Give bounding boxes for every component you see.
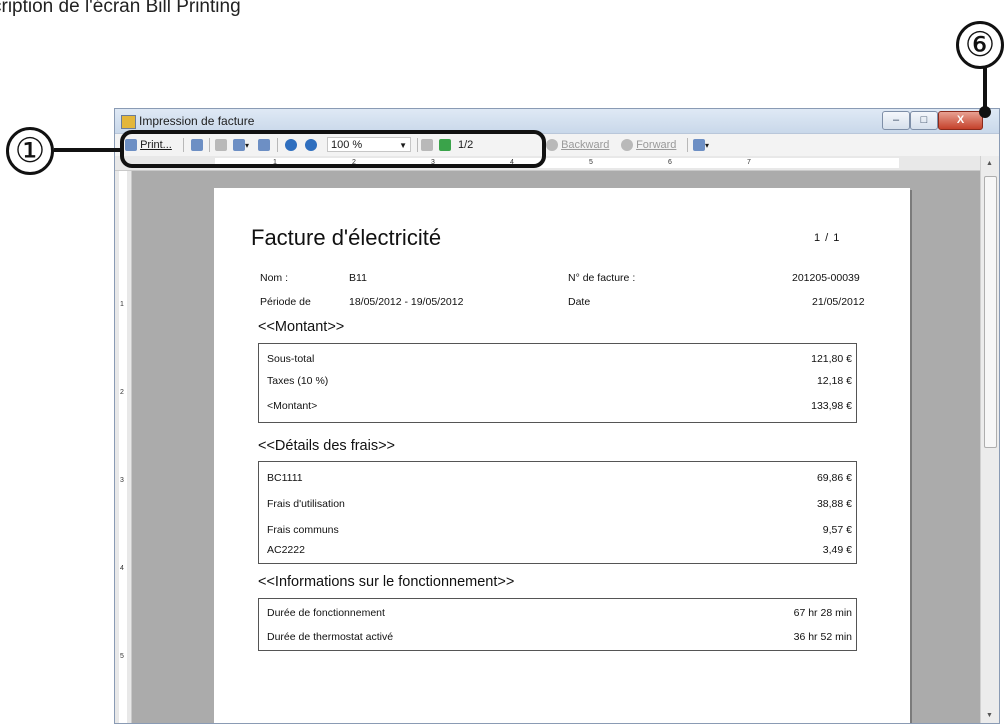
operation-section-heading: <<Informations sur le fonctionnement>> [258, 574, 515, 590]
document-title: Facture d'électricité [251, 225, 442, 250]
operation-table: Durée de fonctionnement 67 hr 28 min Dur… [258, 598, 857, 651]
period-label: Période de [260, 296, 311, 308]
callout-6-leader [983, 67, 987, 109]
row-label: BC1111 [267, 472, 303, 484]
row-value: 3,49 € [822, 544, 852, 556]
ruler-label: 2 [120, 389, 124, 396]
edit-menu-button[interactable]: ▾ [693, 137, 709, 153]
close-button[interactable]: X [938, 111, 983, 130]
toolbar-separator [687, 138, 688, 152]
window-title: Impression de facture [139, 114, 255, 128]
row-value: 12,18 € [816, 375, 852, 387]
date-value: 21/05/2012 [812, 296, 865, 308]
row-label: Sous-total [267, 353, 315, 365]
row-label: Taxes (10 %) [267, 375, 329, 387]
invoice-page: Facture d'électricité 1 / 1 Nom : B11 N°… [214, 188, 910, 723]
vertical-ruler: 1 2 3 4 5 [115, 171, 132, 723]
row-value: 121,80 € [811, 353, 852, 365]
date-label: Date [568, 296, 591, 308]
forward-label: Forward [636, 139, 677, 151]
ruler-label: 5 [589, 159, 593, 166]
scroll-up-icon[interactable]: ▲ [986, 160, 993, 167]
row-value: 69,86 € [816, 472, 852, 484]
row-label: Durée de fonctionnement [267, 607, 385, 619]
amount-section-heading: <<Montant>> [258, 319, 345, 335]
charges-section-heading: <<Détails des frais>> [258, 438, 396, 454]
toolbar-highlight [120, 130, 546, 168]
callout-6: ⑥ [956, 21, 1004, 69]
row-value: 67 hr 28 min [793, 607, 852, 619]
row-label: Frais communs [267, 524, 339, 536]
name-value: B11 [349, 272, 367, 284]
print-preview-window: Impression de facture – □ X Print... ▾ 1… [114, 108, 1000, 724]
row-value: 9,57 € [822, 524, 852, 536]
row-label: Durée de thermostat activé [267, 631, 394, 643]
minimize-button[interactable]: – [882, 111, 910, 130]
forward-icon [621, 139, 633, 152]
app-icon [121, 115, 136, 129]
scroll-down-icon[interactable]: ▼ [986, 712, 993, 719]
page-heading: cription de l'écran Bill Printing [0, 0, 241, 17]
invoice-number-label: N° de facture : [568, 272, 636, 284]
row-value: 38,88 € [816, 498, 852, 510]
invoice-number-value: 201205-00039 [792, 272, 860, 284]
row-value: 133,98 € [811, 400, 852, 412]
row-label: <Montant> [267, 400, 318, 412]
callout-1-leader [54, 148, 124, 152]
vertical-scrollbar[interactable]: ▲ ▼ [980, 156, 999, 723]
ruler-label: 1 [120, 301, 124, 308]
ruler-label: 7 [747, 159, 751, 166]
name-label: Nom : [260, 272, 289, 284]
ruler-label: 4 [120, 565, 124, 572]
forward-button[interactable]: Forward [621, 137, 676, 153]
maximize-button[interactable]: □ [910, 111, 938, 130]
page-count: 1 / 1 [814, 232, 841, 244]
ruler-label: 5 [120, 653, 124, 660]
row-label: Frais d'utilisation [267, 498, 345, 510]
pencil-icon [693, 139, 705, 152]
ruler-label: 6 [668, 159, 672, 166]
callout-6-dot [979, 106, 991, 118]
scrollbar-thumb[interactable] [984, 176, 997, 448]
backward-label: Backward [561, 139, 610, 151]
backward-icon [546, 139, 558, 152]
amount-table: Sous-total 121,80 € Taxes (10 %) 12,18 €… [258, 343, 857, 423]
ruler-label: 3 [120, 477, 124, 484]
charges-table: BC1111 69,86 € Frais d'utilisation 38,88… [258, 461, 857, 564]
backward-button[interactable]: Backward [546, 137, 609, 153]
period-value: 18/05/2012 - 19/05/2012 [349, 296, 464, 308]
row-label: AC2222 [267, 544, 305, 556]
callout-1: ① [6, 127, 54, 175]
row-value: 36 hr 52 min [793, 631, 852, 643]
preview-area[interactable]: Facture d'électricité 1 / 1 Nom : B11 N°… [132, 171, 980, 723]
